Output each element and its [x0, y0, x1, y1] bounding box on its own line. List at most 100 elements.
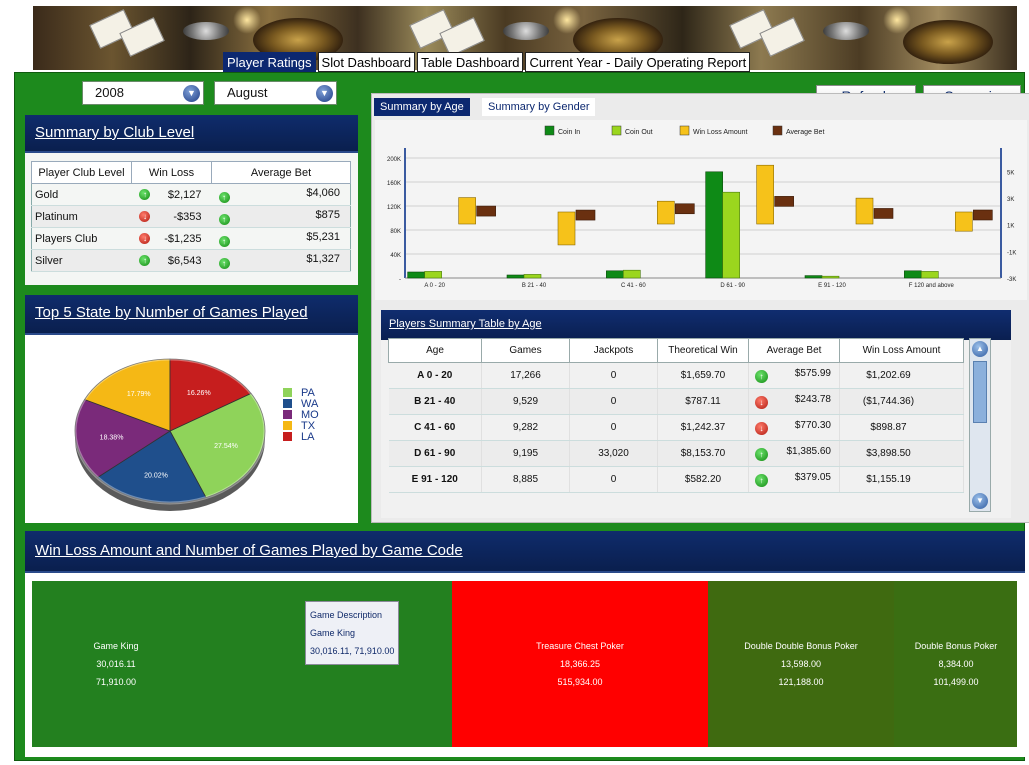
y2-tick-label: -1K — [1007, 250, 1016, 256]
column-header[interactable]: Jackpots — [569, 338, 658, 363]
game-code-treemap: Game King 30,016.11 71,910.00 Treasure C… — [32, 581, 1017, 747]
panel-header: Summary by Club Level — [25, 115, 358, 153]
club-level-name: Silver — [31, 249, 132, 272]
chevron-down-icon[interactable]: ▼ — [316, 85, 333, 102]
bar-coin-in — [506, 274, 525, 279]
month-select[interactable]: August ▼ — [214, 81, 337, 105]
table-scrollbar[interactable]: ▲ ▼ — [969, 338, 991, 512]
bar-coin-out — [623, 269, 641, 279]
column-header[interactable]: Average Bet — [748, 338, 840, 363]
chevron-down-icon[interactable]: ▼ — [183, 85, 200, 102]
game-code-block[interactable]: Treasure Chest Poker 18,366.25 515,934.0… — [452, 581, 708, 747]
column-header[interactable]: Age — [388, 338, 482, 363]
win-loss-value: $6,543 — [167, 254, 202, 267]
average-bet-cell: ↑ $4,060 — [211, 183, 351, 206]
club-level-name: Platinum — [31, 205, 132, 228]
tab-summary-by-gender[interactable]: Summary by Gender — [482, 98, 596, 116]
bar-average-bet — [873, 208, 894, 219]
legend-label: Coin In — [558, 129, 580, 136]
jackpots-cell: 0 — [569, 414, 658, 441]
win-loss-cell: ↓ -$1,235 — [131, 227, 212, 250]
bar-coin-in — [407, 271, 425, 279]
games-played: 121,188.00 — [778, 677, 824, 687]
age-cell: E 91 - 120 — [388, 466, 482, 493]
scrollbar-thumb[interactable] — [973, 361, 987, 423]
tab-daily-operating-report[interactable]: Current Year - Daily Operating Report — [525, 52, 751, 72]
column-header[interactable]: Player Club Level — [31, 161, 132, 184]
legend-swatch — [283, 421, 292, 430]
table-row: A 0 - 20 17,266 0 $1,659.70 ↑ $575.99 $1,… — [388, 362, 964, 389]
legend-swatch — [679, 125, 690, 136]
win-loss-cell: $3,898.50 — [839, 440, 964, 467]
game-name: Treasure Chest Poker — [536, 641, 624, 651]
state-pie-panel: Top 5 State by Number of Games Played 27… — [25, 295, 358, 523]
average-bet-cell: ↓ $243.78 — [748, 388, 840, 415]
games-played: 71,910.00 — [95, 677, 137, 687]
win-loss-value: -$1,235 — [164, 232, 202, 245]
year-select[interactable]: 2008 ▼ — [82, 81, 204, 105]
table-row: Platinum ↓ -$353 ↑ $875 — [31, 205, 351, 228]
y-tick-label: 200K — [387, 157, 401, 163]
age-cell: D 61 - 90 — [388, 440, 482, 467]
table-row: E 91 - 120 8,885 0 $582.20 ↑ $379.05 $1,1… — [388, 466, 964, 493]
panel-title: Summary by Club Level — [35, 124, 195, 141]
average-bet-value: $5,231 — [306, 230, 340, 243]
panel-header: Players Summary Table by Age — [381, 310, 1011, 340]
tab-summary-by-age[interactable]: Summary by Age — [374, 98, 470, 116]
age-chart-area: Summary by Age Summary by Gender - 40K 80K… — [371, 93, 1029, 523]
age-cell: B 21 - 40 — [388, 388, 482, 415]
jackpots-cell: 33,020 — [569, 440, 658, 467]
panel-header: Top 5 State by Number of Games Played — [25, 295, 358, 335]
scroll-up-icon[interactable]: ▲ — [972, 341, 988, 357]
poker-chip-decoration — [823, 22, 869, 40]
win-loss-cell: ↑ $2,127 — [131, 183, 212, 206]
tooltip-heading: Game Description — [310, 610, 383, 620]
win-loss-cell: $898.87 — [839, 414, 964, 441]
poker-chip-decoration — [183, 22, 229, 40]
bar-average-bet — [476, 205, 496, 217]
games-played: 515,934.00 — [557, 677, 603, 687]
pie-slice-label: 20.02% — [144, 472, 168, 479]
pie-slice-label: 16.26% — [187, 390, 211, 397]
age-summary-table: Age Games Jackpots Theoretical Win Avera… — [388, 338, 964, 493]
jackpots-cell: 0 — [569, 388, 658, 415]
dashboard-tabs: Player Ratings Slot Dashboard Table Dash… — [223, 52, 752, 72]
games-cell: 17,266 — [481, 362, 570, 389]
jackpots-cell: 0 — [569, 466, 658, 493]
average-bet-value: $575.99 — [794, 368, 831, 379]
tab-slot-dashboard[interactable]: Slot Dashboard — [317, 52, 416, 72]
year-value: 2008 — [95, 85, 124, 100]
game-name: Double Bonus Poker — [914, 641, 998, 651]
average-bet-value: $770.30 — [794, 420, 831, 431]
tab-table-dashboard[interactable]: Table Dashboard — [417, 52, 524, 72]
tooltip-game-name: Game King — [310, 628, 356, 638]
y-tick-label: 120K — [387, 205, 401, 211]
bar-coin-in — [705, 171, 723, 279]
game-code-block[interactable]: Double Double Bonus Poker 13,598.00 121,… — [708, 581, 894, 747]
win-loss-cell: ↓ -$353 — [131, 205, 212, 228]
column-header[interactable]: Win Loss Amount — [839, 338, 964, 363]
column-header[interactable]: Win Loss — [131, 161, 212, 184]
win-loss-value: -$353 — [173, 210, 202, 223]
pie-slice-label: 27.54% — [214, 443, 238, 450]
games-cell: 9,282 — [481, 414, 570, 441]
scroll-down-icon[interactable]: ▼ — [972, 493, 988, 509]
column-header[interactable]: Average Bet — [211, 161, 351, 184]
legend-label: Win Loss Amount — [693, 129, 748, 136]
bar-coin-out — [523, 274, 542, 279]
legend-label: LA — [301, 431, 315, 443]
bar-coin-in — [904, 270, 922, 279]
games-cell: 9,195 — [481, 440, 570, 467]
tab-player-ratings[interactable]: Player Ratings — [223, 52, 316, 72]
win-loss-cell: ($1,744.36) — [839, 388, 964, 415]
average-bet-cell: ↑ $1,385.60 — [748, 440, 840, 467]
table-row: D 61 - 90 9,195 33,020 $8,153.70 ↑ $1,385… — [388, 440, 964, 467]
column-header[interactable]: Games — [481, 338, 570, 363]
game-code-block[interactable]: Double Bonus Poker 8,384.00 101,499.00 — [894, 581, 1017, 747]
legend-swatch — [611, 125, 622, 136]
status-up-icon: ↑ — [755, 448, 768, 461]
bar-average-bet — [973, 209, 993, 221]
status-up-icon: ↑ — [755, 370, 768, 383]
column-header[interactable]: Theoretical Win — [657, 338, 749, 363]
table-row: C 41 - 60 9,282 0 $1,242.37 ↓ $770.30 $89… — [388, 414, 964, 441]
